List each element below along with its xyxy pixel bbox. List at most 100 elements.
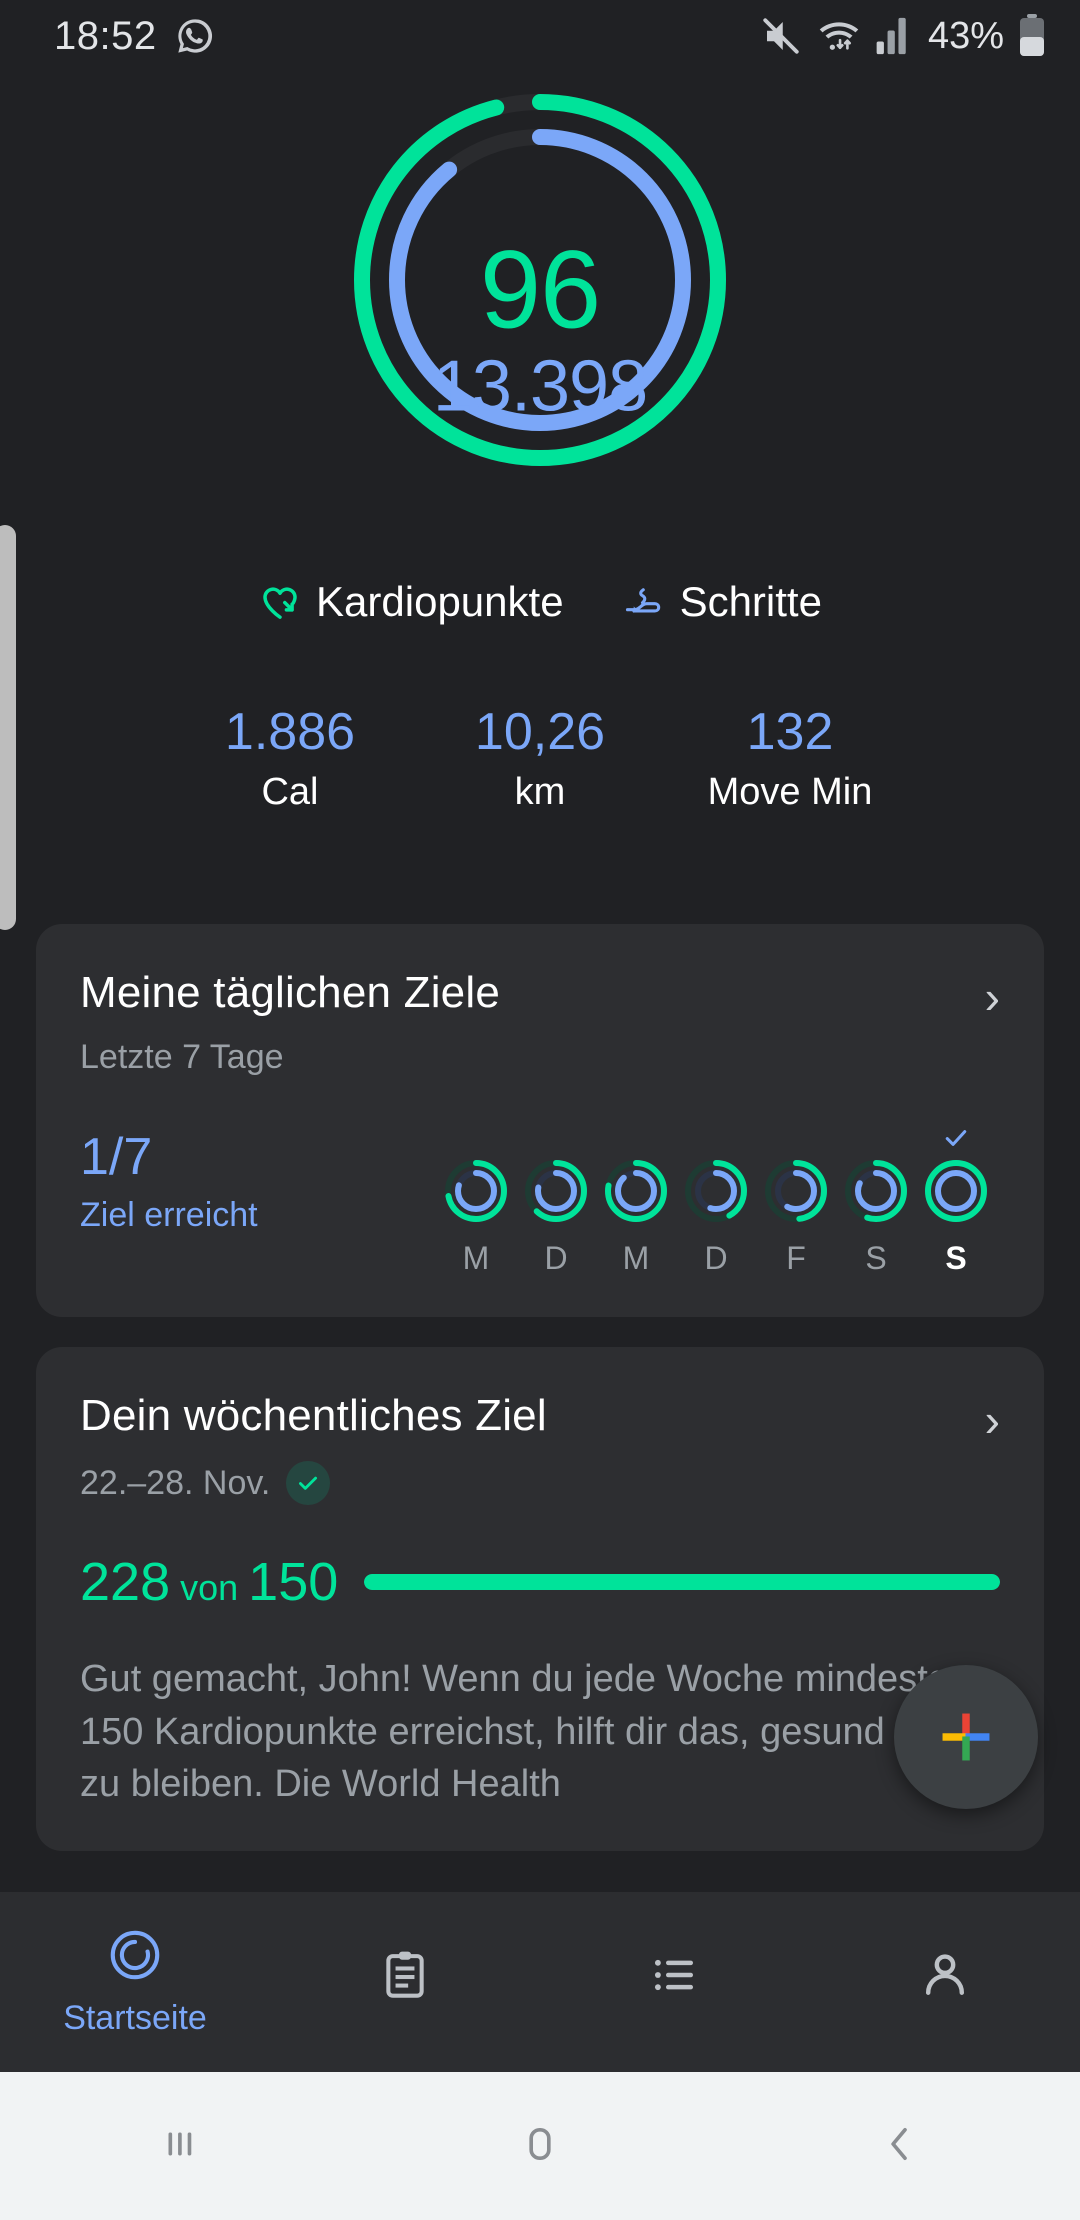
rings-center-labels: 96 13.398 xyxy=(340,228,740,429)
daily-goals-subtitle: Letzte 7 Tage xyxy=(80,1038,1000,1077)
scroll-content[interactable]: 96 13.398 Kardiopunkte Schritte 1.886 Ca… xyxy=(0,72,1080,1881)
weekday-ring-0[interactable]: M xyxy=(438,1121,514,1277)
recents-icon xyxy=(157,2121,203,2172)
mute-icon xyxy=(760,15,802,57)
battery-percent-label: 43% xyxy=(927,14,1004,57)
stat-move-min-value: 132 xyxy=(746,703,834,761)
check-icon xyxy=(286,1461,331,1506)
back-icon xyxy=(877,2121,923,2172)
weekday-ring-svg xyxy=(925,1160,987,1223)
weekly-goal-progress-fill xyxy=(364,1574,1000,1591)
whatsapp-icon xyxy=(175,16,215,56)
stat-move-min-unit: Move Min xyxy=(707,771,873,814)
signal-icon xyxy=(876,16,910,56)
weekday-label: D xyxy=(704,1240,728,1277)
weekly-goal-card[interactable]: Dein wöchentliches Ziel › 22.–28. Nov. 2… xyxy=(36,1347,1044,1851)
battery-icon xyxy=(1018,14,1046,58)
daily-goals-fraction-block: 1/7 Ziel erreicht xyxy=(80,1121,330,1235)
weekday-check-slot xyxy=(678,1121,754,1155)
weekday-label: M xyxy=(462,1240,490,1277)
chevron-right-icon[interactable]: › xyxy=(985,974,1000,1020)
home-button[interactable] xyxy=(360,2121,720,2172)
weekday-label: D xyxy=(544,1240,568,1277)
nav-item-journal[interactable] xyxy=(270,1948,540,2017)
stat-distance-value: 10,26 xyxy=(474,703,606,761)
nav-item-profile[interactable] xyxy=(810,1947,1080,2018)
daily-goals-card[interactable]: Meine täglichen Ziele › Letzte 7 Tage 1/… xyxy=(36,924,1044,1318)
activity-rings[interactable]: 96 13.398 xyxy=(0,72,1080,592)
stat-move-min[interactable]: 132 Move Min xyxy=(665,703,915,814)
daily-goals-header: Meine täglichen Ziele › xyxy=(80,968,1000,1020)
weekday-label: S xyxy=(865,1240,887,1277)
nav-label-home: Startseite xyxy=(63,1999,207,2037)
stat-distance-unit: km xyxy=(514,771,566,814)
weekday-ring-6[interactable]: S xyxy=(918,1121,994,1277)
stat-calories[interactable]: 1.886 Cal xyxy=(165,703,415,814)
weekday-ring-svg xyxy=(765,1160,827,1223)
weekly-goal-daterange-row: 22.–28. Nov. xyxy=(80,1461,1000,1506)
daily-goals-fraction: 1/7 xyxy=(80,1128,153,1187)
weekday-ring-2[interactable]: M xyxy=(598,1121,674,1277)
status-bar: 18:52 43% xyxy=(0,0,1080,72)
weekly-goal-description: Gut gemacht, John! Wenn du jede Woche mi… xyxy=(80,1658,999,1806)
weekday-ring-4[interactable]: F xyxy=(758,1121,834,1277)
daily-goals-body: 1/7 Ziel erreicht M D M D F S S xyxy=(80,1121,1000,1277)
weekday-ring-svg xyxy=(845,1160,907,1223)
weekday-label: S xyxy=(945,1240,967,1277)
weekday-ring-svg xyxy=(685,1160,747,1223)
weekly-goal-date-range: 22.–28. Nov. xyxy=(80,1463,271,1502)
weekday-label: M xyxy=(622,1240,650,1277)
stat-distance[interactable]: 10,26 km xyxy=(415,703,665,814)
nav-item-list[interactable] xyxy=(540,1948,810,2017)
steps-value: 13.398 xyxy=(432,346,648,427)
weekday-check-slot xyxy=(918,1121,994,1155)
weekly-goal-values: 228 von 150 xyxy=(80,1551,338,1613)
weekday-check-slot xyxy=(598,1121,674,1155)
weekday-ring-svg xyxy=(445,1160,507,1223)
journal-icon xyxy=(378,1948,432,2007)
daily-goals-fraction-label: Ziel erreicht xyxy=(80,1196,258,1235)
stat-calories-value: 1.886 xyxy=(224,703,356,761)
cardio-points-value: 96 xyxy=(479,228,601,352)
weekday-rings-row: MDMDFSS xyxy=(330,1121,1000,1277)
weekly-goal-target: 150 xyxy=(248,1552,339,1613)
home-icon xyxy=(517,2121,563,2172)
weekday-check-slot xyxy=(758,1121,834,1155)
back-button[interactable] xyxy=(720,2121,1080,2172)
status-bar-left: 18:52 xyxy=(54,14,215,59)
recents-button[interactable] xyxy=(0,2121,360,2172)
weekly-goal-header: Dein wöchentliches Ziel › xyxy=(80,1391,1000,1443)
weekday-ring-5[interactable]: S xyxy=(838,1121,914,1277)
chevron-right-icon[interactable]: › xyxy=(985,1397,1000,1443)
status-bar-right: 43% xyxy=(760,14,1046,58)
nav-item-home[interactable]: Startseite xyxy=(0,1926,270,2038)
wifi-icon xyxy=(816,15,862,57)
weekday-ring-3[interactable]: D xyxy=(678,1121,754,1277)
edge-gesture-handle[interactable] xyxy=(0,525,16,930)
weekday-steps-arc xyxy=(935,1170,977,1213)
daily-goals-subtitle-text: Letzte 7 Tage xyxy=(80,1038,284,1077)
weekday-check-slot xyxy=(518,1121,594,1155)
weekday-ring-svg xyxy=(605,1160,667,1223)
weekly-goal-progress-row: 228 von 150 xyxy=(80,1551,1000,1613)
list-icon xyxy=(648,1948,702,2007)
status-bar-clock: 18:52 xyxy=(54,13,157,58)
check-icon xyxy=(945,1130,967,1147)
weekly-goal-title: Dein wöchentliches Ziel xyxy=(80,1391,547,1441)
android-navigation-bar[interactable] xyxy=(0,2072,1080,2220)
weekly-goal-current: 228 xyxy=(80,1552,171,1613)
daily-goals-title: Meine täglichen Ziele xyxy=(80,968,500,1018)
weekday-check-slot xyxy=(438,1121,514,1155)
stat-calories-unit: Cal xyxy=(261,771,319,814)
weekday-label: F xyxy=(786,1240,806,1277)
weekly-goal-of-word: von xyxy=(180,1567,239,1609)
add-activity-fab[interactable] xyxy=(894,1665,1038,1809)
weekly-goal-progress-bar xyxy=(364,1574,1000,1591)
weekday-ring-1[interactable]: D xyxy=(518,1121,594,1277)
profile-icon xyxy=(917,1947,973,2008)
bottom-navigation-bar[interactable]: Startseite xyxy=(0,1892,1080,2072)
home-ring-icon xyxy=(106,1926,164,1989)
stats-row: 1.886 Cal 10,26 km 132 Move Min xyxy=(0,703,1080,814)
google-plus-icon xyxy=(942,1713,990,1761)
weekday-check-slot xyxy=(838,1121,914,1155)
